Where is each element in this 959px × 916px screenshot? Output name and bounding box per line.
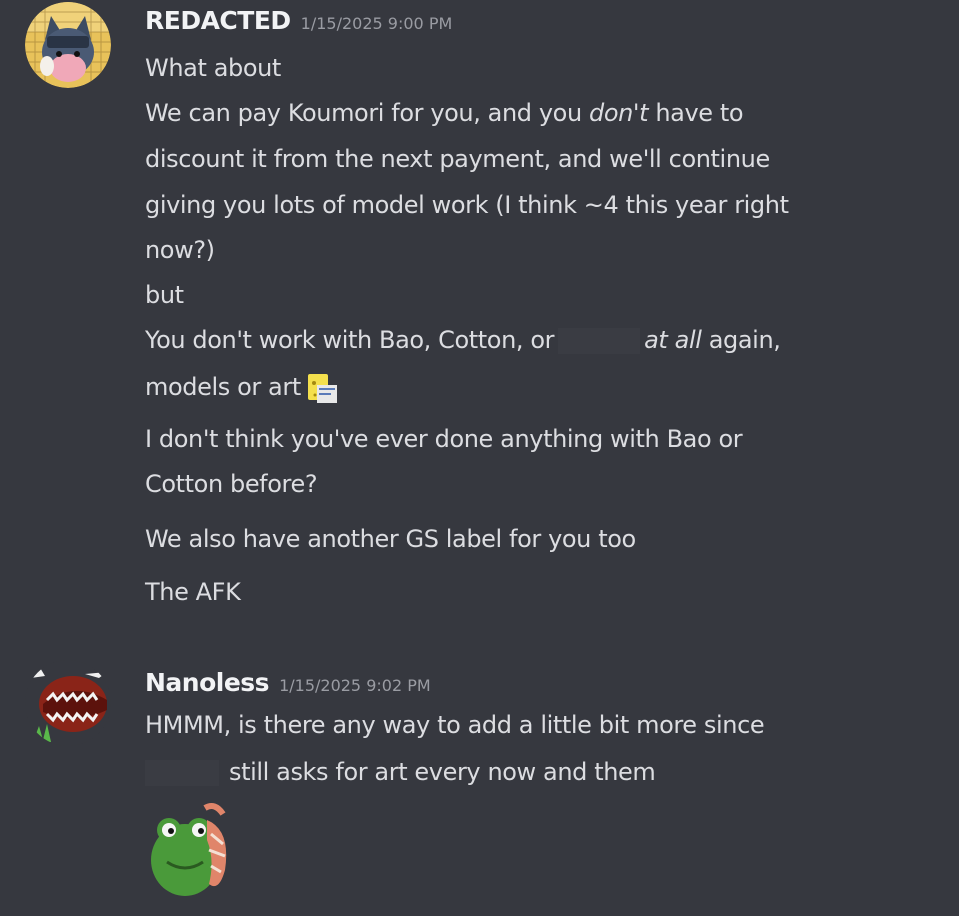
message-line: I don't think you've ever done anything … <box>145 425 743 453</box>
timestamp: 1/15/2025 9:00 PM <box>300 14 453 33</box>
user-avatar[interactable] <box>25 2 111 88</box>
message-line: Cotton before? <box>145 470 318 498</box>
cat-avatar-icon <box>25 2 111 88</box>
message-line: giving you lots of model work (I think ~… <box>145 191 789 219</box>
message-line: now?) <box>145 236 215 264</box>
username[interactable]: Nanoless <box>145 668 270 697</box>
user-avatar[interactable] <box>25 660 111 746</box>
redacted-name <box>558 328 641 354</box>
message-line: HMMM, is there any way to add a little b… <box>145 711 765 739</box>
timestamp: 1/15/2025 9:02 PM <box>279 676 431 695</box>
shark-avatar-icon <box>25 660 111 746</box>
message-header: REDACTED 1/15/2025 9:00 PM <box>145 6 452 35</box>
spongebob-emoji-icon[interactable] <box>305 371 339 405</box>
message-line: The AFK <box>145 578 241 606</box>
message-line: still asks for art every now and them <box>145 758 656 786</box>
message-line: discount it from the next payment, and w… <box>145 145 770 173</box>
redacted-name <box>145 760 219 786</box>
message-line: but <box>145 281 184 309</box>
message-line: We also have another GS label for you to… <box>145 525 636 553</box>
message-line: You don't work with Bao, Cotton, or at al… <box>145 326 781 354</box>
message-line: We can pay Koumori for you, and you don'… <box>145 99 744 127</box>
message-line: models or art <box>145 371 339 405</box>
message-line: What about <box>145 54 281 82</box>
frog-sticker-icon[interactable] <box>145 800 241 900</box>
username[interactable]: REDACTED <box>145 6 291 35</box>
message-header: Nanoless 1/15/2025 9:02 PM <box>145 668 431 697</box>
